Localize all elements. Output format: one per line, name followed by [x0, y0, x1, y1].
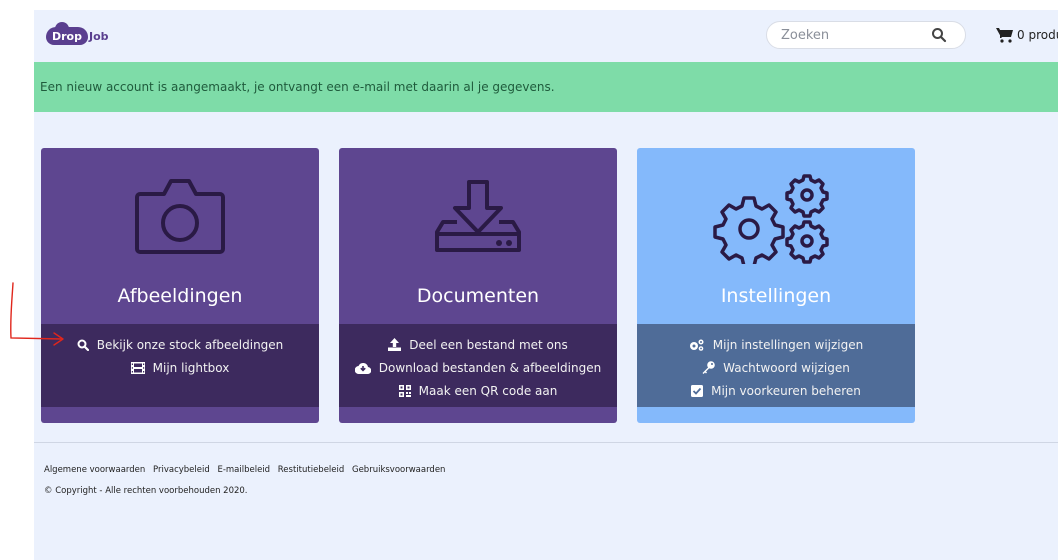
logo-text-drop: Drop: [52, 30, 82, 43]
cart-link[interactable]: 0 producten: [996, 25, 1058, 45]
tile-links: Mijn instellingen wijzigen Wachtwoord wi…: [637, 324, 915, 407]
logo-cloud: Drop: [46, 22, 88, 45]
footer-link-emailbeleid[interactable]: E-mailbeleid: [217, 465, 270, 475]
copyright: © Copyright - Alle rechten voorbehouden …: [44, 486, 248, 496]
tile-links: Deel een bestand met ons Download bestan…: [339, 324, 617, 407]
upload-icon: [388, 338, 402, 351]
link-label: Mijn instellingen wijzigen: [712, 337, 864, 352]
logo[interactable]: Drop Job: [46, 22, 109, 48]
footer-link-algemene-voorwaarden[interactable]: Algemene voorwaarden: [44, 465, 145, 475]
link-deel-bestand[interactable]: Deel een bestand met ons: [339, 333, 617, 356]
link-download-bestanden[interactable]: Download bestanden & afbeeldingen: [339, 356, 617, 379]
cloud-download-icon: [354, 362, 371, 374]
checkbox-icon: [691, 384, 704, 397]
key-icon: [702, 361, 715, 374]
qr-code-icon: [398, 384, 411, 397]
link-instellingen-wijzigen[interactable]: Mijn instellingen wijzigen: [637, 333, 915, 356]
link-wachtwoord-wijzigen[interactable]: Wachtwoord wijzigen: [637, 356, 915, 379]
cogs-icon: [689, 339, 704, 351]
search-icon: [77, 339, 89, 351]
logo-text-job: Job: [89, 29, 109, 43]
tile-afbeeldingen[interactable]: Afbeeldingen Bekijk onze stock afbeeldin…: [41, 148, 319, 423]
cart-count: 0 producten: [1017, 28, 1058, 42]
film-icon: [130, 361, 145, 374]
link-label: Bekijk onze stock afbeeldingen: [96, 337, 284, 352]
download-tray-icon: [435, 180, 521, 252]
navbar: Drop Job 0 producten: [34, 10, 1058, 62]
link-label: Download bestanden & afbeeldingen: [378, 360, 602, 375]
search-input[interactable]: [781, 25, 921, 45]
link-voorkeuren-beheren[interactable]: Mijn voorkeuren beheren: [637, 379, 915, 402]
tile-title: Afbeeldingen: [117, 285, 243, 307]
footer-links: Algemene voorwaarden Privacybeleid E-mai…: [44, 465, 450, 475]
link-label: Maak een QR code aan: [418, 383, 558, 398]
tile-documenten[interactable]: Documenten Deel een bestand met ons Down…: [339, 148, 617, 423]
link-label: Deel een bestand met ons: [409, 337, 568, 352]
link-stock-afbeeldingen[interactable]: Bekijk onze stock afbeeldingen: [41, 333, 319, 356]
search-icon[interactable]: [931, 27, 947, 43]
cart-icon: [996, 28, 1013, 43]
link-lightbox[interactable]: Mijn lightbox: [41, 356, 319, 379]
link-qr-code[interactable]: Maak een QR code aan: [339, 379, 617, 402]
link-label: Wachtwoord wijzigen: [723, 360, 850, 375]
camera-icon: [135, 179, 225, 254]
gears-icon: [713, 174, 829, 264]
footer-link-privacybeleid[interactable]: Privacybeleid: [153, 465, 210, 475]
page: Drop Job 0 producten Een nieuw account i…: [34, 10, 1058, 560]
tile-title: Documenten: [416, 285, 540, 307]
footer-divider: [34, 442, 1058, 443]
link-label: Mijn lightbox: [152, 360, 230, 375]
footer-link-restitutiebeleid[interactable]: Restitutiebeleid: [278, 465, 345, 475]
link-label: Mijn voorkeuren beheren: [711, 383, 861, 398]
tile-instellingen[interactable]: Instellingen Mijn instellingen wijzigen …: [637, 148, 915, 423]
tile-title: Instellingen: [720, 285, 832, 307]
success-alert: Een nieuw account is aangemaakt, je ontv…: [34, 62, 1058, 112]
footer-link-gebruiksvoorwaarden[interactable]: Gebruiksvoorwaarden: [352, 465, 445, 475]
tile-links: Bekijk onze stock afbeeldingen Mijn ligh…: [41, 324, 319, 407]
search-box: [766, 21, 966, 49]
